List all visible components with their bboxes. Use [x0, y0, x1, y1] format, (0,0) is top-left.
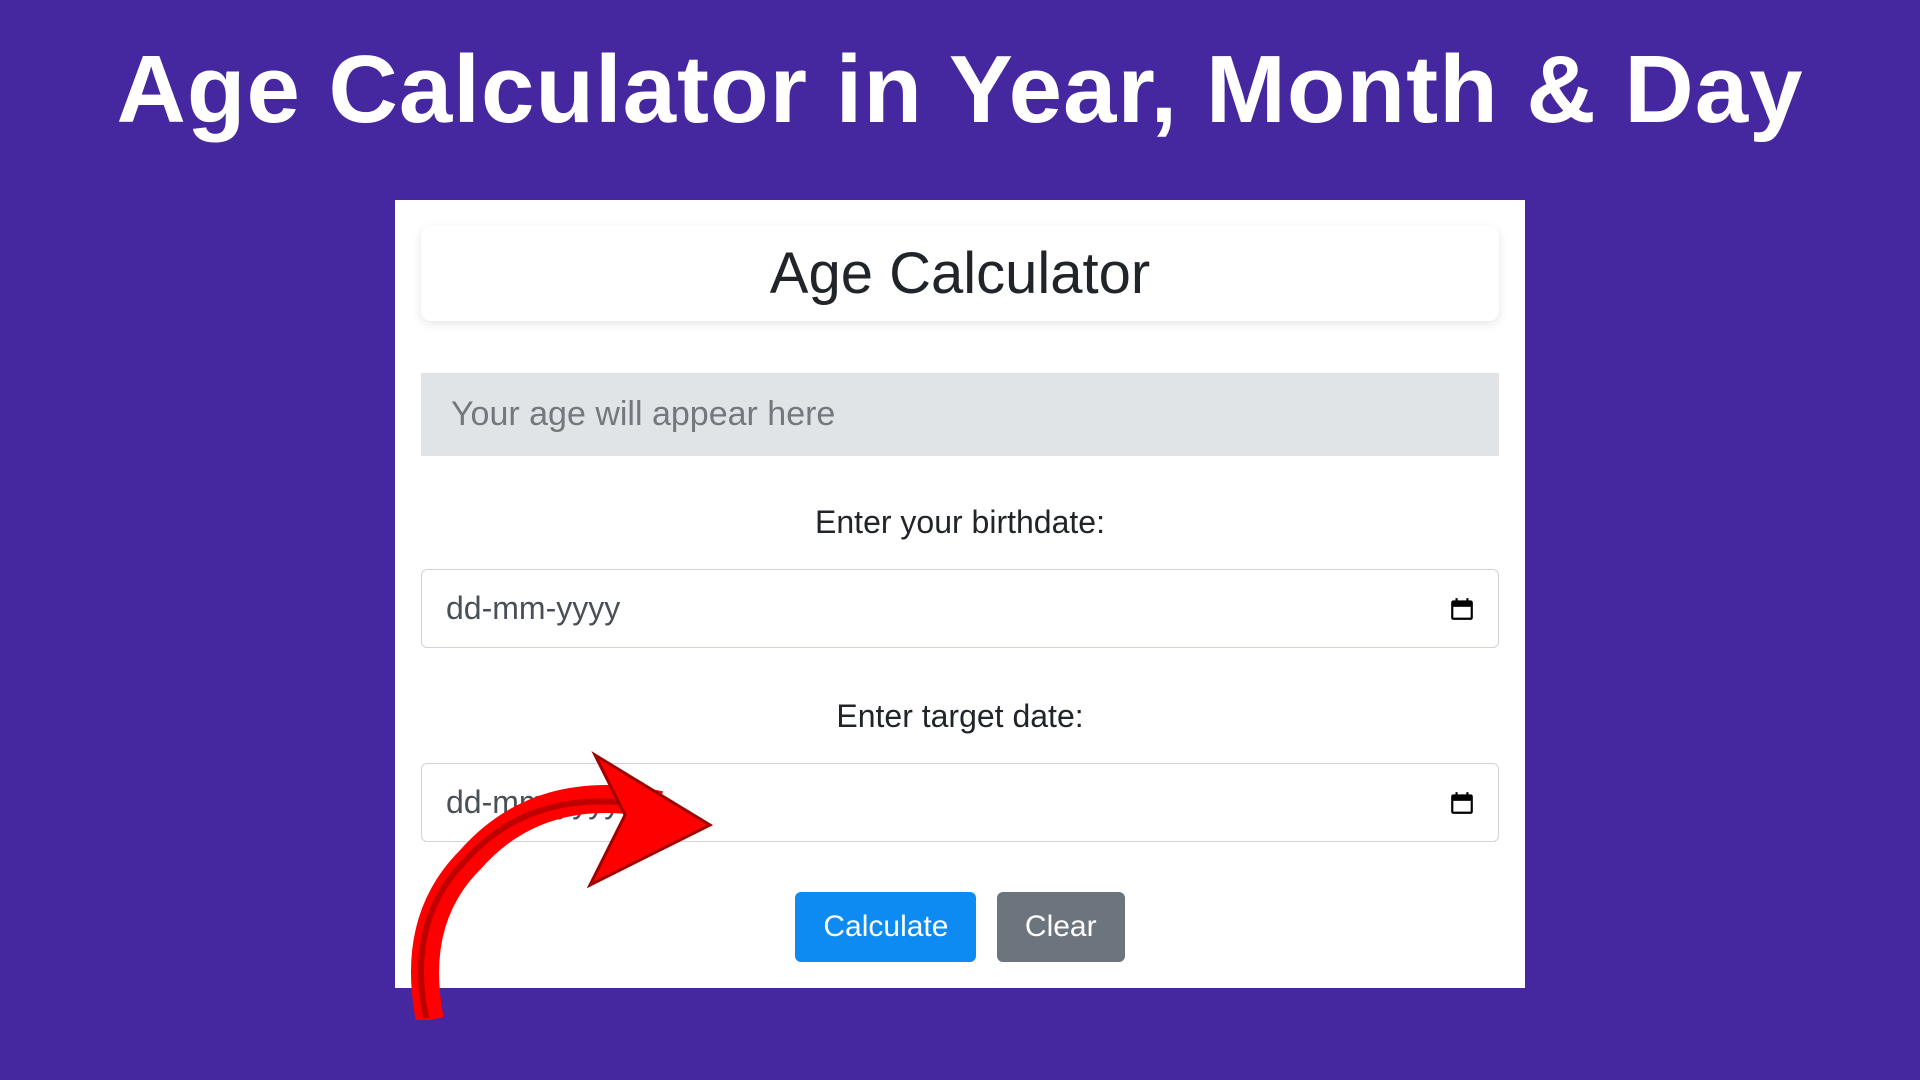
calculator-card: Age Calculator Your age will appear here…: [395, 200, 1525, 988]
birthdate-input[interactable]: [421, 569, 1499, 648]
calculate-button[interactable]: Calculate: [795, 892, 976, 962]
page-title: Age Calculator in Year, Month & Day: [0, 0, 1920, 180]
birthdate-label: Enter your birthdate:: [421, 504, 1499, 541]
card-header: Age Calculator: [421, 226, 1499, 321]
target-date-label: Enter target date:: [421, 698, 1499, 735]
button-row: Calculate Clear: [421, 892, 1499, 962]
result-box: Your age will appear here: [421, 373, 1499, 456]
target-date-input[interactable]: [421, 763, 1499, 842]
clear-button[interactable]: Clear: [997, 892, 1125, 962]
result-text: Your age will appear here: [451, 395, 1469, 434]
card-header-title: Age Calculator: [441, 240, 1479, 307]
target-date-input-wrapper: [421, 763, 1499, 842]
birthdate-input-wrapper: [421, 569, 1499, 648]
